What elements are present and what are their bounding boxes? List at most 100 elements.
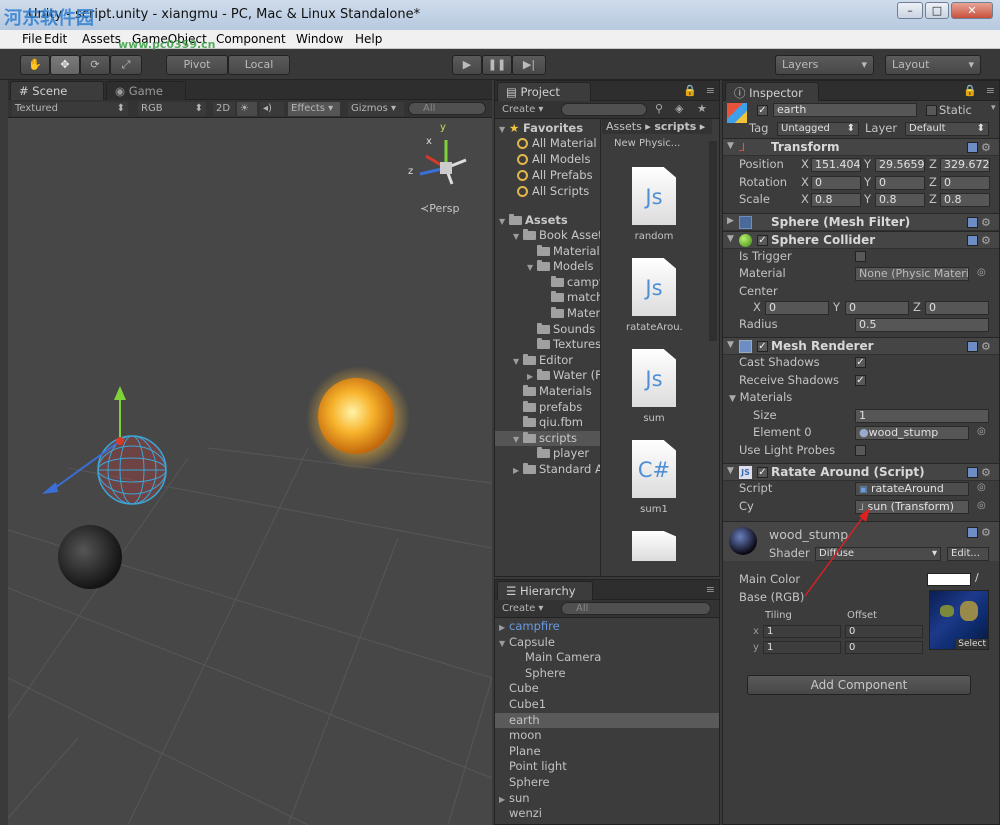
step-button[interactable]: ▶|	[512, 55, 546, 75]
hierarchy-item[interactable]: Sphere	[495, 775, 719, 790]
mesh-filter-header[interactable]: ▶ Sphere (Mesh Filter) ⚙	[723, 213, 999, 231]
collider-material-field[interactable]: None (Physic Materia	[855, 267, 969, 281]
texture-select-button[interactable]: Select	[956, 639, 988, 649]
layers-dropdown[interactable]: Layers ▾	[775, 55, 874, 75]
radius-field[interactable]: 0.5	[855, 318, 989, 332]
hierarchy-item[interactable]: Plane	[495, 744, 719, 759]
menu-file[interactable]: File	[22, 32, 42, 46]
favorite-item[interactable]: All Prefabs	[517, 168, 593, 183]
materials-foldout[interactable]: ▼ Materials	[729, 390, 792, 404]
hierarchy-item[interactable]: Cube	[495, 681, 719, 696]
collider-enabled-checkbox[interactable]: ✓	[757, 235, 768, 246]
texture-thumbnail[interactable]: Select	[929, 590, 989, 650]
play-button[interactable]: ▶	[452, 55, 482, 75]
hierarchy-item[interactable]: ▼ Capsule	[495, 635, 719, 650]
script-field[interactable]: ▣ ratateAround	[855, 482, 969, 496]
center-x-field[interactable]: 0	[765, 301, 829, 315]
mesh-renderer-header[interactable]: ▼ ✓ Mesh Renderer ⚙	[723, 337, 999, 355]
script-asset[interactable]: Js sum	[626, 349, 682, 424]
sphere-collider-header[interactable]: ▼ ✓ Sphere Collider ⚙	[723, 231, 999, 249]
rotation-x-field[interactable]: 0	[811, 176, 861, 190]
favorite-star-icon[interactable]: ★	[697, 102, 707, 115]
hierarchy-item[interactable]: Main Camera	[495, 650, 719, 665]
component-settings[interactable]: ⚙	[967, 216, 993, 230]
lock-icon[interactable]: 🔒	[683, 84, 697, 97]
size-field[interactable]: 1	[855, 409, 989, 423]
component-settings[interactable]: ⚙	[967, 466, 993, 480]
filter-label-icon[interactable]: ◈	[675, 102, 683, 115]
center-z-field[interactable]: 0	[925, 301, 989, 315]
menu-edit[interactable]: Edit	[44, 32, 67, 46]
project-search-input[interactable]	[561, 103, 647, 116]
tiling-x-field[interactable]: 1	[763, 625, 841, 638]
component-settings[interactable]: ⚙	[967, 234, 993, 248]
minimize-button[interactable]: –	[897, 2, 923, 19]
object-picker-icon[interactable]: ◎	[977, 267, 986, 278]
menu-window[interactable]: Window	[296, 32, 343, 46]
project-folder[interactable]: ▼ scripts	[495, 430, 600, 446]
object-picker-icon[interactable]: ◎	[977, 482, 986, 493]
cast-shadows-checkbox[interactable]: ✓	[855, 357, 866, 368]
script-header[interactable]: ▼ JS ✓ Ratate Around (Script) ⚙	[723, 463, 999, 481]
script-asset[interactable]: C# sum1	[626, 440, 682, 515]
project-folder[interactable]: ▼ Book Asset	[513, 228, 600, 243]
tab-game[interactable]: ◉ Game	[106, 81, 186, 100]
lock-icon[interactable]: 🔒	[963, 84, 977, 97]
maximize-button[interactable]: □	[925, 2, 949, 19]
earth-object[interactable]	[97, 435, 167, 505]
asset-new-physic[interactable]: New Physic...	[614, 138, 680, 149]
scale-z-field[interactable]: 0.8	[940, 193, 990, 207]
script-enabled-checkbox[interactable]: ✓	[757, 467, 768, 478]
position-y-field[interactable]: 29.5659	[875, 158, 925, 172]
scale-x-field[interactable]: 0.8	[811, 193, 861, 207]
element0-field[interactable]: ●wood_stump	[855, 426, 969, 440]
shader-edit-button[interactable]: Edit...	[947, 547, 989, 561]
rotation-z-field[interactable]: 0	[940, 176, 990, 190]
move-tool-button[interactable]: ✥	[50, 55, 80, 75]
renderer-enabled-checkbox[interactable]: ✓	[757, 341, 768, 352]
hand-tool-button[interactable]: ✋	[20, 55, 50, 75]
menu-component[interactable]: Component	[216, 32, 286, 46]
gizmos-dropdown[interactable]: Gizmos ▾	[348, 102, 404, 116]
object-picker-icon[interactable]: ◎	[977, 500, 986, 511]
rotate-tool-button[interactable]: ⟳	[80, 55, 110, 75]
static-checkbox[interactable]	[926, 105, 937, 116]
offset-y-field[interactable]: 0	[845, 641, 923, 654]
script-asset[interactable]: Js random	[626, 167, 682, 242]
favorites-header[interactable]: ▼ ★ Favorites	[499, 121, 583, 136]
favorite-item[interactable]: All Models	[517, 152, 590, 167]
tag-dropdown[interactable]: Untagged ⬍	[777, 122, 859, 136]
add-component-button[interactable]: Add Component	[747, 675, 971, 695]
cy-field[interactable]: ⅃ sun (Transform)	[855, 500, 969, 514]
project-folder[interactable]: Materials	[513, 384, 592, 399]
effects-dropdown[interactable]: Effects ▾	[288, 102, 340, 116]
audio-toggle[interactable]: ◂)	[260, 102, 284, 116]
pause-button[interactable]: ❚❚	[482, 55, 512, 75]
scene-search-input[interactable]: All	[408, 102, 486, 115]
hierarchy-item[interactable]: moon	[495, 728, 719, 743]
script-asset[interactable]: Js ratateArou...	[626, 258, 682, 333]
mode-2d-toggle[interactable]: 2D	[213, 102, 235, 116]
render-mode-dropdown[interactable]: Textured ⬍	[12, 102, 128, 116]
hierarchy-item[interactable]: wenzi	[495, 806, 719, 821]
breadcrumb-scripts[interactable]: scripts	[654, 120, 696, 133]
panel-menu-icon[interactable]: ≡	[986, 84, 995, 97]
tiling-y-field[interactable]: 1	[763, 641, 841, 654]
project-folder[interactable]: ▶ Water (F	[527, 368, 600, 383]
main-color-swatch[interactable]	[927, 573, 971, 586]
hierarchy-item[interactable]: ▶ sun	[495, 791, 719, 806]
project-folder[interactable]: ▼ Models	[527, 259, 594, 274]
layout-dropdown[interactable]: Layout ▾	[885, 55, 981, 75]
asset-grid-scrollbar[interactable]	[709, 141, 717, 341]
sun-object[interactable]	[306, 366, 410, 470]
favorite-item[interactable]: All Scripts	[517, 184, 589, 199]
favorite-item[interactable]: All Material	[517, 136, 597, 151]
project-folder[interactable]: ▶ Standard A	[513, 462, 600, 477]
scale-tool-button[interactable]: ⤢	[110, 55, 142, 75]
script-asset-partial[interactable]	[626, 531, 682, 567]
filter-type-icon[interactable]: ⚲	[655, 102, 663, 115]
project-folder[interactable]: prefabs	[513, 400, 582, 415]
assets-header[interactable]: ▼ Assets	[499, 213, 568, 228]
shader-dropdown[interactable]: Diffuse ▾	[815, 547, 941, 561]
pivot-toggle[interactable]: Pivot	[166, 55, 228, 75]
